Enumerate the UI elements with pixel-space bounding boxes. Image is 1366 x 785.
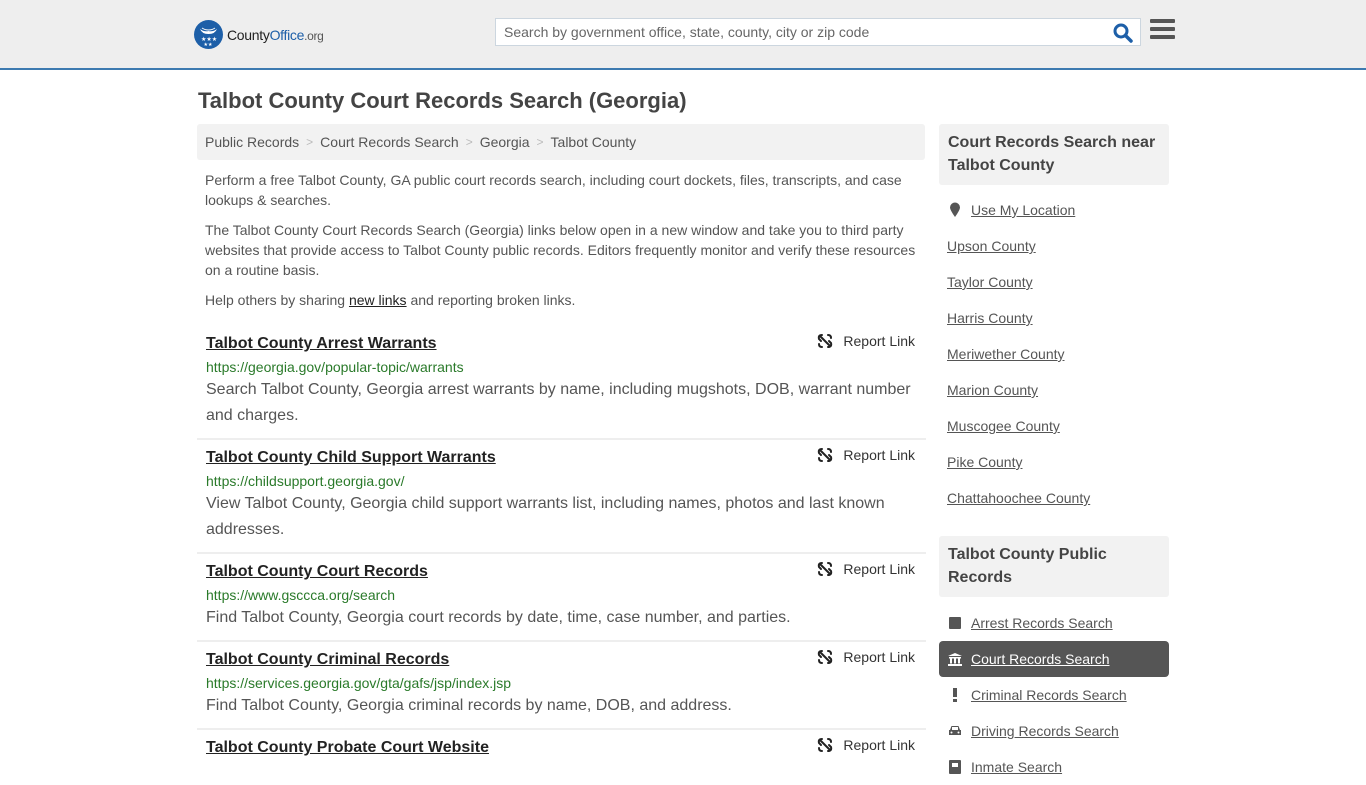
public-records-item: Driving Records Search (939, 713, 1169, 749)
inmate-search-link[interactable]: Inmate Search (971, 759, 1062, 775)
intro-text: Perform a free Talbot County, GA public … (205, 170, 923, 320)
courthouse-icon (947, 652, 963, 666)
id-card-icon (947, 760, 963, 774)
result-url: https://www.gsccca.org/search (206, 587, 396, 603)
report-link-button[interactable]: Report Link (817, 737, 915, 753)
use-my-location-item: Use My Location (939, 192, 1169, 228)
nearby-county-list: Use My Location Upson County Taylor Coun… (939, 192, 1169, 516)
breadcrumb-public-records[interactable]: Public Records (205, 134, 299, 150)
svg-text:★★: ★★ (204, 42, 213, 48)
search-icon[interactable] (1112, 22, 1134, 44)
public-records-heading: Talbot County Public Records (939, 536, 1169, 597)
intro-paragraph-3: Help others by sharing new links and rep… (205, 292, 576, 308)
county-link-chattahoochee[interactable]: Chattahoochee County (947, 490, 1090, 506)
county-link-muscogee[interactable]: Muscogee County (947, 418, 1060, 434)
result-item: Talbot County Child Support Warrants Rep… (197, 440, 926, 554)
county-link-harris[interactable]: Harris County (947, 310, 1033, 326)
breadcrumb-court-records-search[interactable]: Court Records Search (320, 134, 459, 150)
result-description: Find Talbot County, Georgia criminal rec… (206, 697, 732, 714)
nearby-county-item: Marion County (939, 372, 1169, 408)
logo-text: CountyOffice.org (227, 26, 324, 43)
nearby-county-item: Chattahoochee County (939, 480, 1169, 516)
breadcrumb-separator: > (306, 135, 314, 149)
result-url: https://georgia.gov/popular-topic/warran… (206, 359, 464, 375)
nearby-heading: Court Records Search near Talbot County (939, 124, 1169, 185)
breadcrumb-talbot-county[interactable]: Talbot County (551, 134, 637, 150)
site-logo[interactable]: ★★★ ★★ CountyOffice.org (194, 20, 324, 49)
nearby-county-item: Pike County (939, 444, 1169, 480)
arrest-records-search-link[interactable]: Arrest Records Search (971, 615, 1113, 631)
report-link-button[interactable]: Report Link (817, 447, 915, 463)
county-link-upson[interactable]: Upson County (947, 238, 1036, 254)
report-link-button[interactable]: Report Link (817, 561, 915, 577)
breadcrumb-separator: > (465, 135, 473, 149)
result-description: Search Talbot County, Georgia arrest war… (206, 381, 911, 424)
eagle-logo-icon: ★★★ ★★ (194, 20, 223, 49)
results-list: Talbot County Arrest Warrants Report Lin… (197, 326, 926, 767)
breadcrumb: Public Records > Court Records Search > … (197, 124, 925, 160)
broken-link-icon (818, 738, 833, 752)
result-description: View Talbot County, Georgia child suppor… (206, 495, 885, 538)
exclamation-icon (947, 688, 963, 702)
driving-records-search-link[interactable]: Driving Records Search (971, 723, 1119, 739)
hamburger-menu-icon[interactable] (1150, 19, 1175, 41)
result-item: Talbot County Court Records Report Link … (197, 554, 926, 642)
public-records-item: Inmate Search (939, 749, 1169, 785)
result-title-link[interactable]: Talbot County Criminal Records (206, 650, 449, 670)
public-records-list: Arrest Records Search Court Records Sear… (939, 605, 1169, 785)
result-item: Talbot County Arrest Warrants Report Lin… (197, 326, 926, 440)
map-marker-icon (947, 202, 963, 218)
use-my-location-link[interactable]: Use My Location (971, 202, 1075, 218)
nearby-county-item: Muscogee County (939, 408, 1169, 444)
county-link-pike[interactable]: Pike County (947, 454, 1022, 470)
square-icon (947, 617, 963, 629)
report-link-button[interactable]: Report Link (817, 649, 915, 665)
broken-link-icon (818, 562, 833, 576)
intro-paragraph-2: The Talbot County Court Records Search (… (205, 222, 916, 278)
county-link-marion[interactable]: Marion County (947, 382, 1038, 398)
public-records-item: Criminal Records Search (939, 677, 1169, 713)
broken-link-icon (818, 448, 833, 462)
result-title-link[interactable]: Talbot County Court Records (206, 562, 428, 582)
broken-link-icon (818, 334, 833, 348)
breadcrumb-georgia[interactable]: Georgia (480, 134, 530, 150)
nearby-county-item: Meriwether County (939, 336, 1169, 372)
new-links-link[interactable]: new links (349, 292, 407, 308)
result-title-link[interactable]: Talbot County Child Support Warrants (206, 448, 496, 468)
search-box (495, 18, 1141, 46)
nearby-county-item: Upson County (939, 228, 1169, 264)
site-header: ★★★ ★★ CountyOffice.org (0, 0, 1366, 70)
result-title-link[interactable]: Talbot County Arrest Warrants (206, 334, 437, 354)
result-url: https://services.georgia.gov/gta/gafs/js… (206, 675, 512, 691)
breadcrumb-separator: > (536, 135, 544, 149)
public-records-item-active: Court Records Search (939, 641, 1169, 677)
nearby-county-item: Taylor County (939, 264, 1169, 300)
county-link-taylor[interactable]: Taylor County (947, 274, 1033, 290)
result-item: Talbot County Criminal Records Report Li… (197, 642, 926, 730)
criminal-records-search-link[interactable]: Criminal Records Search (971, 687, 1127, 703)
report-link-button[interactable]: Report Link (817, 333, 915, 349)
result-title-link[interactable]: Talbot County Probate Court Website (206, 738, 489, 758)
court-records-search-link[interactable]: Court Records Search (971, 651, 1110, 667)
public-records-item: Arrest Records Search (939, 605, 1169, 641)
nearby-county-item: Harris County (939, 300, 1169, 336)
page-title: Talbot County Court Records Search (Geor… (198, 88, 687, 113)
result-item: Talbot County Probate Court Website Repo… (197, 730, 926, 767)
county-link-meriwether[interactable]: Meriwether County (947, 346, 1065, 362)
result-url: https://childsupport.georgia.gov/ (206, 473, 405, 489)
broken-link-icon (818, 650, 833, 664)
intro-paragraph-1: Perform a free Talbot County, GA public … (205, 172, 902, 208)
result-description: Find Talbot County, Georgia court record… (206, 609, 791, 626)
search-input[interactable] (496, 19, 1096, 45)
car-icon (947, 725, 963, 737)
